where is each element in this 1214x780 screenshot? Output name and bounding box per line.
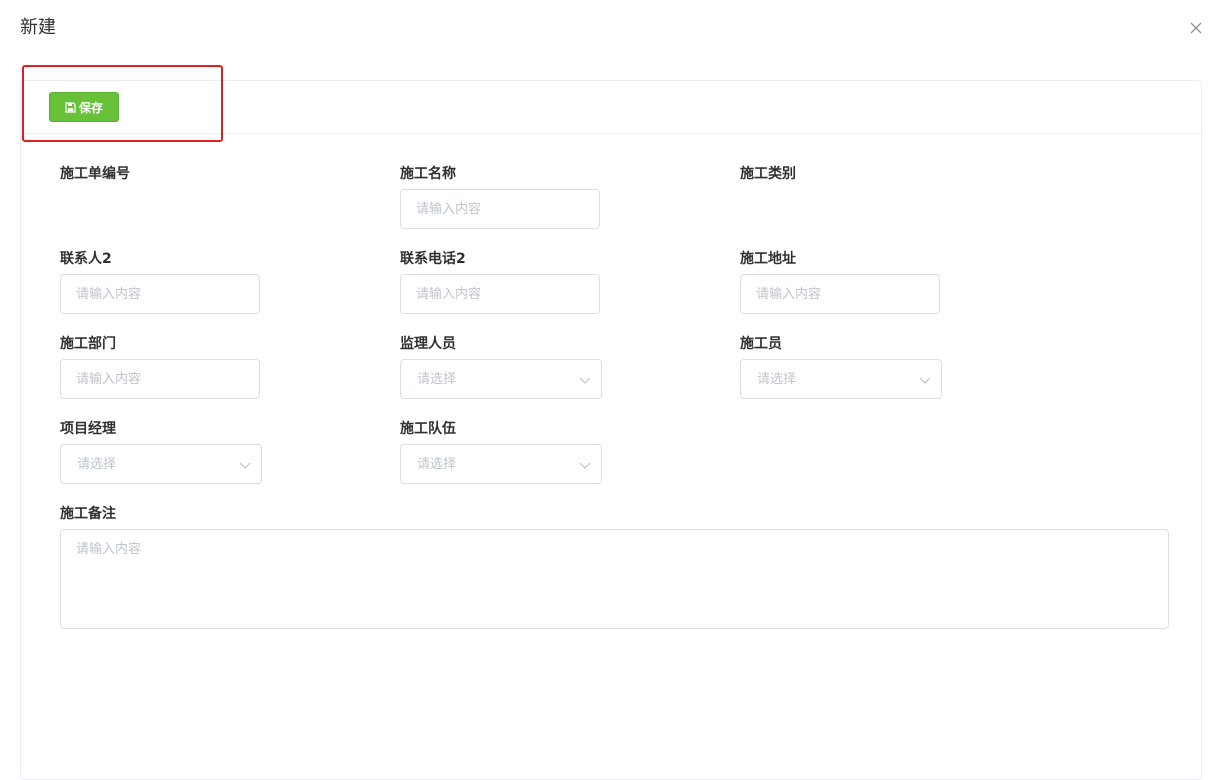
remark-label: 施工备注 [60,506,116,522]
construction-name-input[interactable] [400,189,600,229]
address-label: 施工地址 [740,251,796,267]
remark-textarea[interactable] [60,529,1169,629]
supervisor-select[interactable]: 请选择 [400,359,602,399]
form-card [20,80,1202,780]
supervisor-placeholder: 请选择 [417,372,457,387]
worker-label: 施工员 [740,336,782,352]
phone2-label: 联系电话2 [400,251,466,267]
chevron-down-icon [919,377,931,384]
address-input[interactable] [740,274,940,314]
supervisor-label: 监理人员 [400,336,456,352]
close-button[interactable] [1186,18,1206,38]
chevron-down-icon [239,462,251,469]
close-icon[interactable] [1186,18,1206,38]
contact2-input[interactable] [60,274,260,314]
worker-select[interactable]: 请选择 [740,359,942,399]
save-icon [65,101,76,113]
construction-name-label: 施工名称 [400,166,456,182]
contact2-label: 联系人2 [60,251,112,267]
phone2-input[interactable] [400,274,600,314]
department-label: 施工部门 [60,336,116,352]
team-placeholder: 请选择 [417,457,457,472]
chevron-down-icon [579,462,591,469]
department-input[interactable] [60,359,260,399]
card-header [21,81,1201,134]
project-manager-label: 项目经理 [60,421,116,437]
team-select[interactable]: 请选择 [400,444,602,484]
chevron-down-icon [579,377,591,384]
construction-no-label: 施工单编号 [60,166,130,182]
dialog-title: 新建 [20,17,56,38]
save-button[interactable]: 保存 [49,92,119,122]
project-manager-select[interactable]: 请选择 [60,444,262,484]
worker-placeholder: 请选择 [757,372,797,387]
team-label: 施工队伍 [400,421,456,437]
project-manager-placeholder: 请选择 [77,457,117,472]
save-button-label: 保存 [78,100,103,115]
construction-type-label: 施工类别 [740,166,796,182]
